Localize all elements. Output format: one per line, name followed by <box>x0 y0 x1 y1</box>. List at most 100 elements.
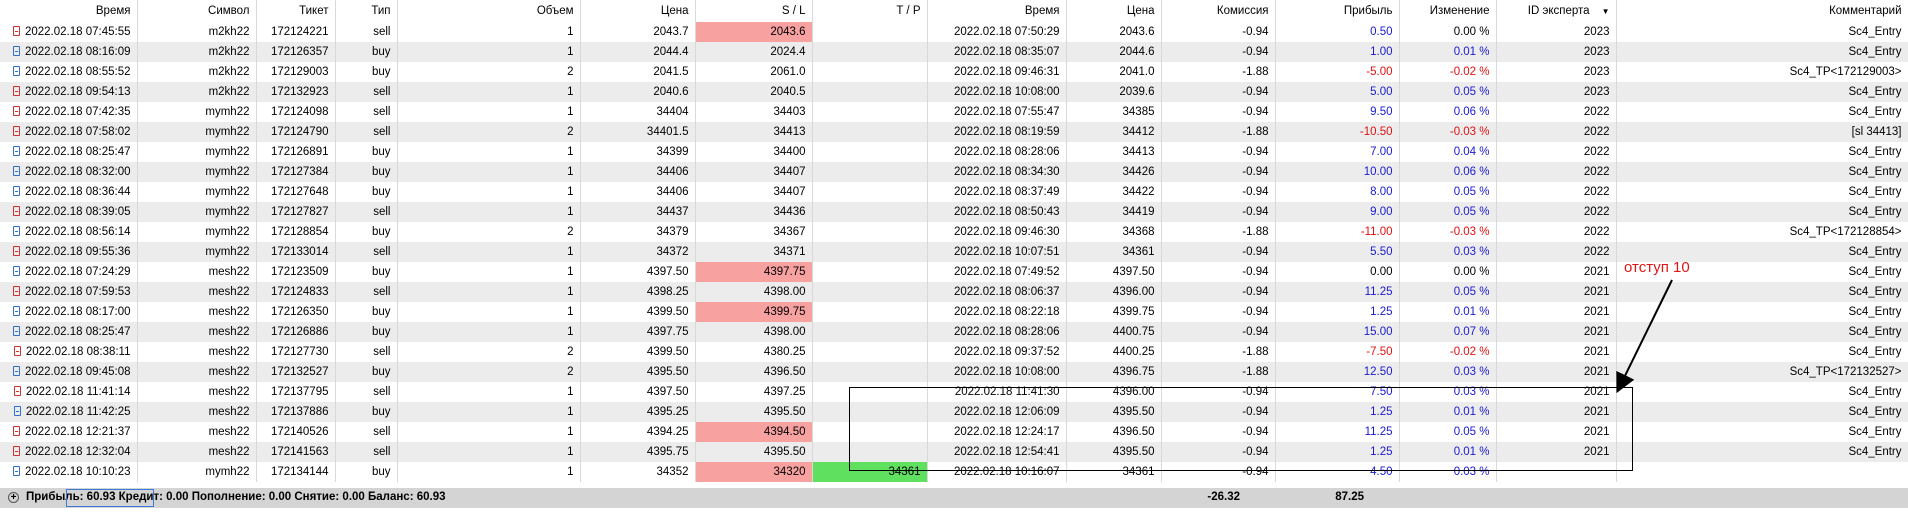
cell-price: 34404 <box>580 102 696 122</box>
cell-profit: -5.00 <box>1275 62 1400 82</box>
table-row[interactable]: 2022.02.18 09:54:13 m2kh22 172132923 sell 1 2… <box>0 82 1908 102</box>
cell-time-text: 2022.02.18 07:24:29 <box>24 266 131 278</box>
cell-tp <box>812 342 928 362</box>
cell-comment: Sc4_TP<172132527> <box>1616 362 1908 382</box>
cell-tp <box>812 322 928 342</box>
cell-expert: 2023 <box>1496 62 1617 82</box>
table-row[interactable]: 2022.02.18 07:45:55 m2kh22 172124221 sell 1 2… <box>0 22 1908 42</box>
col-header-price[interactable]: Цена <box>580 0 696 22</box>
cell-symbol: m2kh22 <box>137 22 257 42</box>
cell-tp <box>812 242 928 262</box>
cell-ticket: 172126350 <box>256 302 336 322</box>
footer-commission-total: -26.32 <box>1207 491 1240 503</box>
cell-ticket: 172124833 <box>256 282 336 302</box>
cell-price: 34401.5 <box>580 122 696 142</box>
cell-ticket: 172123509 <box>256 262 336 282</box>
cell-symbol: mymh22 <box>137 102 257 122</box>
buy-deal-icon <box>12 46 20 56</box>
cell-symbol: mesh22 <box>137 402 257 422</box>
cell-close-time: 2022.02.18 07:50:29 <box>927 22 1067 42</box>
cell-time-text: 2022.02.18 10:10:23 <box>24 466 131 478</box>
cell-time-text: 2022.02.18 12:32:04 <box>24 446 131 458</box>
col-header-close-price[interactable]: Цена <box>1066 0 1162 22</box>
col-header-tp[interactable]: T / P <box>812 0 928 22</box>
table-row[interactable]: 2022.02.18 08:17:00 mesh22 172126350 buy 1 43… <box>0 302 1908 322</box>
cell-price: 4394.25 <box>580 422 696 442</box>
cell-volume: 2 <box>397 342 581 362</box>
cell-profit: 11.25 <box>1275 282 1400 302</box>
col-header-comment[interactable]: Комментарий <box>1616 0 1908 22</box>
col-header-time[interactable]: Время <box>0 0 138 22</box>
cell-tp <box>812 102 928 122</box>
table-row[interactable]: 2022.02.18 07:42:35 mymh22 172124098 sell 1 3… <box>0 102 1908 122</box>
cell-commission: -0.94 <box>1161 42 1276 62</box>
table-row[interactable]: 2022.02.18 08:56:14 mymh22 172128854 buy 2 34… <box>0 222 1908 242</box>
col-header-ticket[interactable]: Тикет <box>256 0 336 22</box>
table-row[interactable]: 2022.02.18 07:59:53 mesh22 172124833 sell 1 4… <box>0 282 1908 302</box>
cell-time-text: 2022.02.18 07:45:55 <box>24 26 131 38</box>
cell-ticket: 172137795 <box>256 382 336 402</box>
cell-ticket: 172132923 <box>256 82 336 102</box>
cell-ticket: 172141563 <box>256 442 336 462</box>
cell-close-time: 2022.02.18 09:37:52 <box>927 342 1067 362</box>
table-row[interactable]: 2022.02.18 07:24:29 mesh22 172123509 buy 1 43… <box>0 262 1908 282</box>
expand-plus-icon[interactable]: + <box>8 492 19 503</box>
table-row[interactable]: 2022.02.18 08:16:09 m2kh22 172126357 buy 1 20… <box>0 42 1908 62</box>
col-header-change[interactable]: Изменение <box>1399 0 1497 22</box>
col-header-close-time[interactable]: Время <box>927 0 1067 22</box>
table-row[interactable]: 2022.02.18 08:55:52 m2kh22 172129003 buy 2 20… <box>0 62 1908 82</box>
cell-profit: 9.50 <box>1275 102 1400 122</box>
cell-price: 34372 <box>580 242 696 262</box>
col-header-sl[interactable]: S / L <box>695 0 813 22</box>
cell-ticket: 172127648 <box>256 182 336 202</box>
cell-time-text: 2022.02.18 08:55:52 <box>24 66 131 78</box>
cell-profit: 8.00 <box>1275 182 1400 202</box>
table-row[interactable]: 2022.02.18 08:36:44 mymh22 172127648 buy 1 34… <box>0 182 1908 202</box>
table-row[interactable]: 2022.02.18 08:25:47 mesh22 172126886 buy 1 43… <box>0 322 1908 342</box>
col-header-volume[interactable]: Объем <box>397 0 581 22</box>
col-header-expert-id[interactable]: ID эксперта ▼ <box>1496 0 1617 22</box>
col-header-commission[interactable]: Комиссия <box>1161 0 1276 22</box>
table-row[interactable]: 2022.02.18 08:38:11 mesh22 172127730 sell 2 4… <box>0 342 1908 362</box>
table-row[interactable]: 2022.02.18 09:55:36 mymh22 172133014 sell 1 3… <box>0 242 1908 262</box>
cell-time: 2022.02.18 08:56:14 <box>0 222 138 242</box>
cell-close-time: 2022.02.18 08:06:37 <box>927 282 1067 302</box>
cell-expert: 2022 <box>1496 102 1617 122</box>
cell-sl: 34407 <box>695 162 813 182</box>
table-row[interactable]: 2022.02.18 09:45:08 mesh22 172132527 buy 2 43… <box>0 362 1908 382</box>
col-header-type[interactable]: Тип <box>335 0 398 22</box>
cell-price: 4397.50 <box>580 262 696 282</box>
cell-profit: 1.00 <box>1275 42 1400 62</box>
cell-close-time: 2022.02.18 08:50:43 <box>927 202 1067 222</box>
table-row[interactable]: 2022.02.18 07:58:02 mymh22 172124790 sell 2 3… <box>0 122 1908 142</box>
cell-type: sell <box>335 342 398 362</box>
cell-close-time: 2022.02.18 10:08:00 <box>927 82 1067 102</box>
cell-time: 2022.02.18 07:59:53 <box>0 282 138 302</box>
cell-volume: 1 <box>397 322 581 342</box>
cell-time: 2022.02.18 11:41:14 <box>0 382 138 402</box>
cell-volume: 1 <box>397 262 581 282</box>
cell-commission: -0.94 <box>1161 102 1276 122</box>
cell-change: -0.03 % <box>1399 222 1497 242</box>
cell-symbol: mymh22 <box>137 222 257 242</box>
table-row[interactable]: 2022.02.18 08:39:05 mymh22 172127827 sell 1 3… <box>0 202 1908 222</box>
cell-sl: 4397.75 <box>695 262 813 282</box>
cell-comment: Sc4_TP<172129003> <box>1616 62 1908 82</box>
cell-close-price: 4399.75 <box>1066 302 1162 322</box>
col-header-symbol[interactable]: Символ <box>137 0 257 22</box>
cell-comment <box>1616 462 1908 482</box>
cell-tp <box>812 282 928 302</box>
cell-tp <box>812 42 928 62</box>
cell-change: 0.00 % <box>1399 262 1497 282</box>
cell-price: 4399.50 <box>580 342 696 362</box>
table-row[interactable]: 2022.02.18 08:25:47 mymh22 172126891 buy 1 34… <box>0 142 1908 162</box>
cell-symbol: mesh22 <box>137 442 257 462</box>
cell-change: 0.05 % <box>1399 282 1497 302</box>
cell-close-time: 2022.02.18 08:34:30 <box>927 162 1067 182</box>
col-header-profit[interactable]: Прибыль <box>1275 0 1400 22</box>
cell-tp <box>812 142 928 162</box>
cell-symbol: mymh22 <box>137 182 257 202</box>
cell-commission: -1.88 <box>1161 362 1276 382</box>
table-row[interactable]: 2022.02.18 08:32:00 mymh22 172127384 buy 1 34… <box>0 162 1908 182</box>
cell-sl: 4398.00 <box>695 322 813 342</box>
